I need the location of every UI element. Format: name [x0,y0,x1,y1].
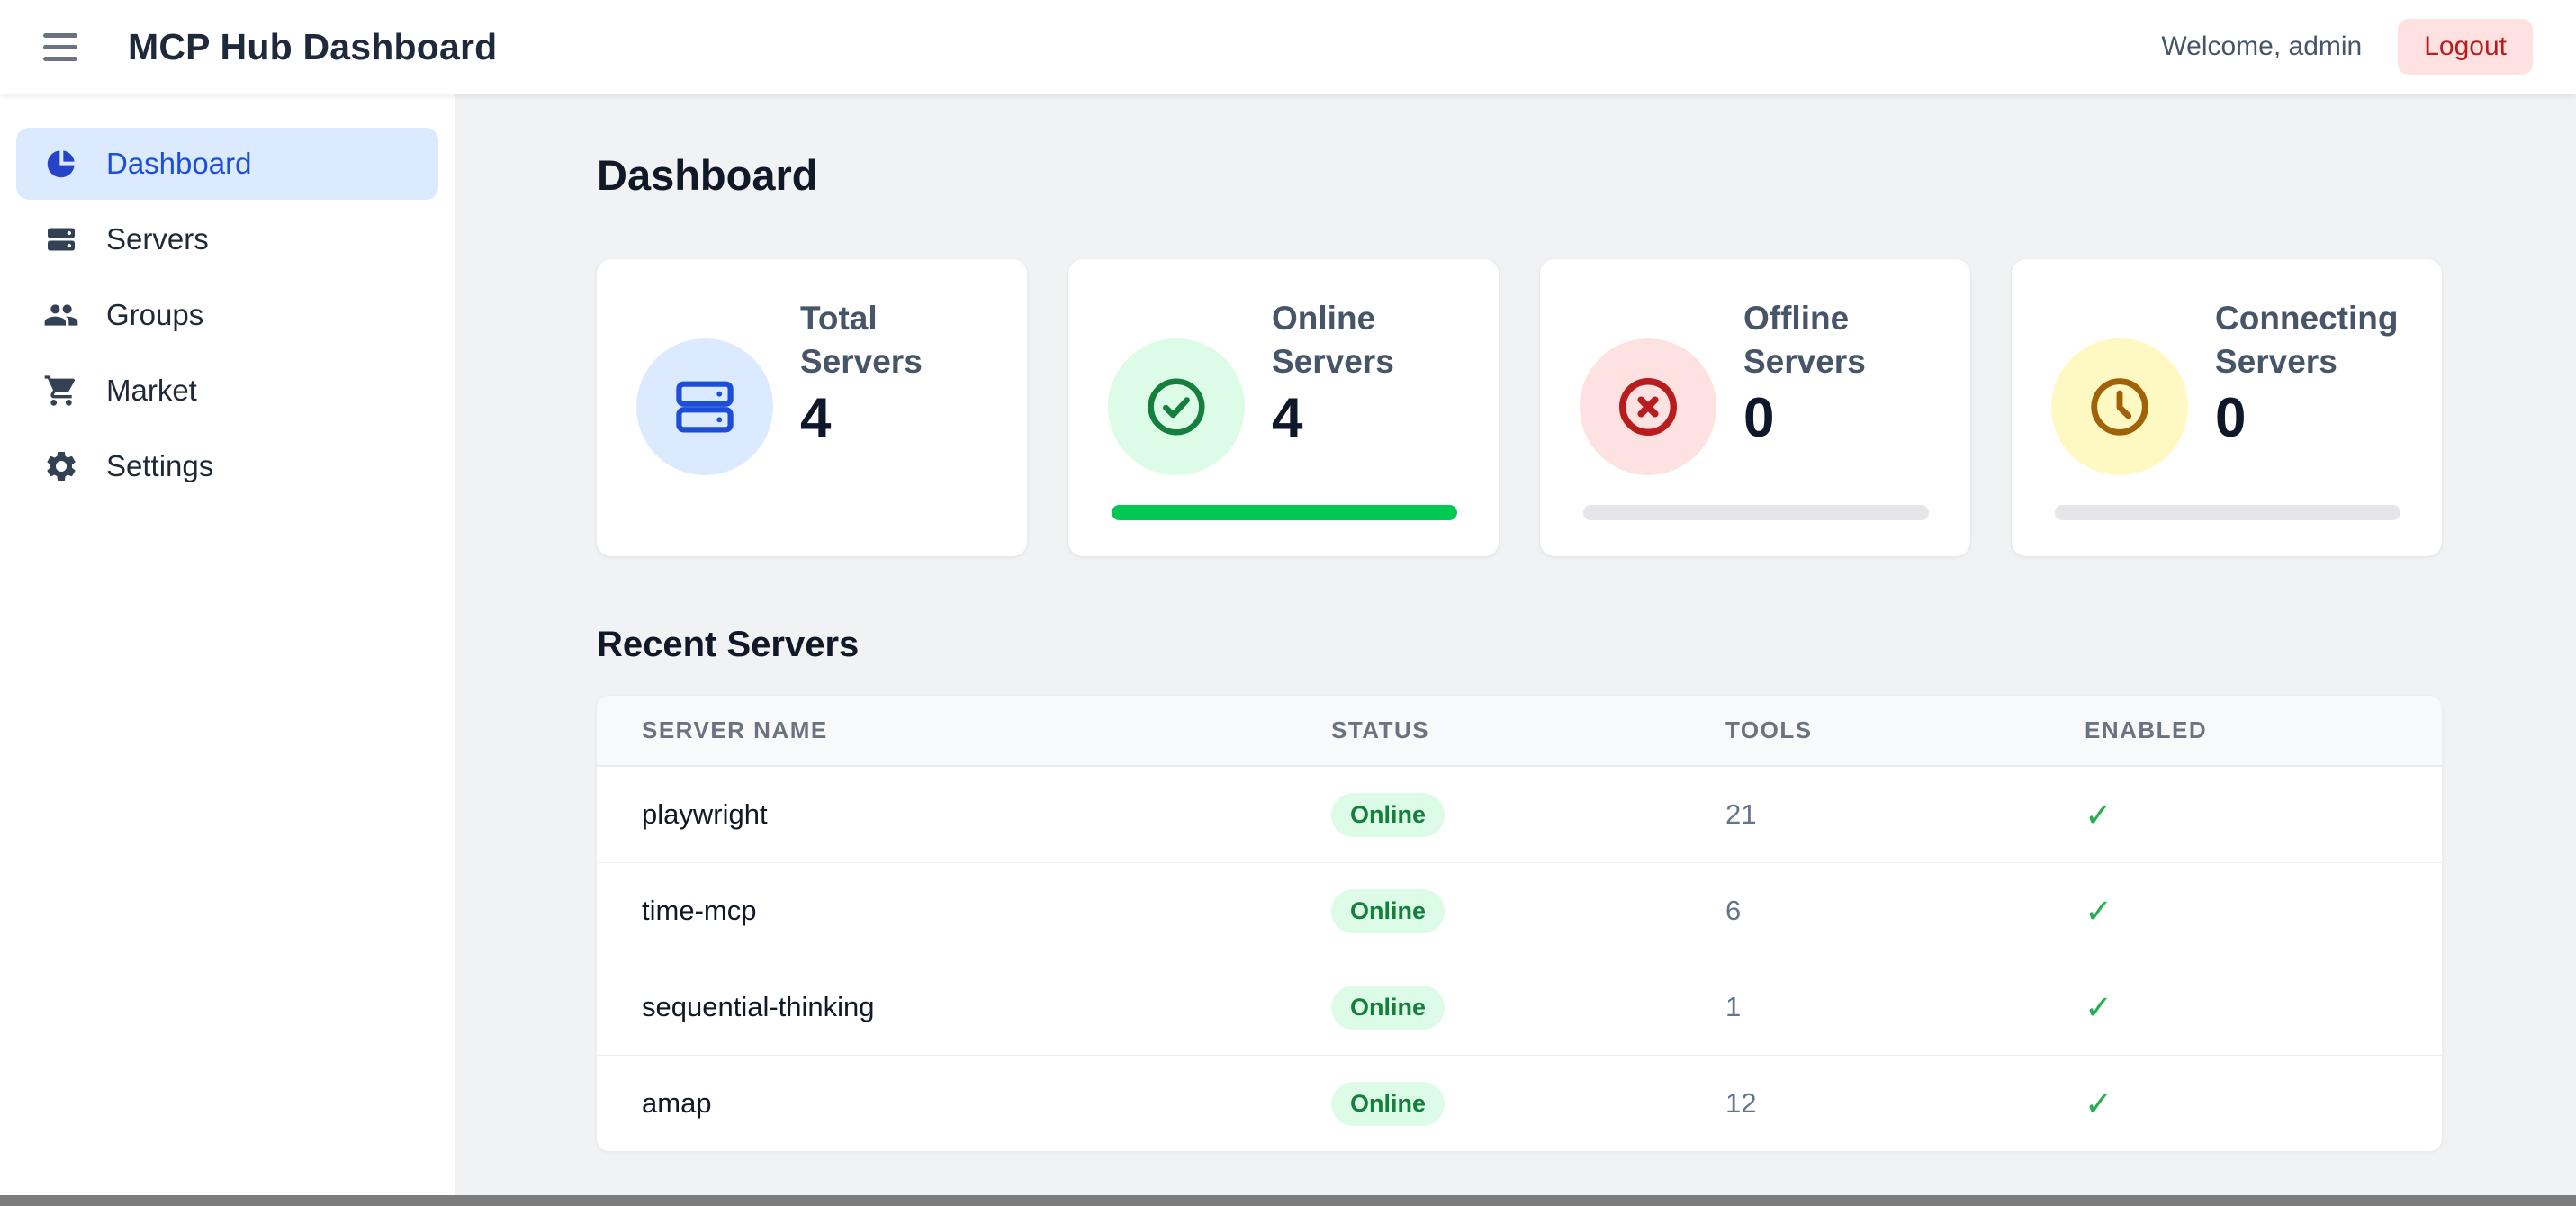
sidebar-item-label: Market [106,374,197,408]
groups-icon [43,297,79,333]
sidebar-item-label: Dashboard [106,147,251,181]
status-badge: Online [1331,793,1445,837]
column-header-tools: TOOLS [1725,716,2085,744]
column-header-server-name: SERVER NAME [642,716,1331,744]
sidebar-item-settings[interactable]: Settings [16,430,438,502]
progress-bar [2055,505,2400,520]
column-header-status: STATUS [1331,716,1725,744]
main-content: Dashboard Total Servers 4 [455,94,2576,1195]
stat-card-offline-servers: Offline Servers 0 [1540,259,1970,556]
stat-value: 4 [1272,389,1464,448]
status-badge: Online [1331,986,1445,1030]
mcp-hub-dashboard-app: MCP Hub Dashboard Welcome, admin Logout … [0,0,2576,1206]
stat-label: Online Servers [1272,297,1464,383]
stat-card-online-servers: Online Servers 4 [1068,259,1499,556]
table-row[interactable]: sequential-thinking Online 1 ✓ [597,958,2442,1055]
stat-card-total-servers: Total Servers 4 [597,259,1027,556]
server-icon [43,221,79,257]
stat-cards: Total Servers 4 Online Servers 4 [597,259,2442,556]
server-name: time-mcp [642,895,1331,927]
table-row[interactable]: playwright Online 21 ✓ [597,766,2442,862]
welcome-text: Welcome, admin [2161,32,2362,62]
progress-bar [1112,505,1457,520]
tools-count: 6 [1725,895,2085,927]
server-icon [636,338,773,475]
recent-servers-title: Recent Servers [597,625,2442,664]
table-header-row: SERVER NAME STATUS TOOLS ENABLED [597,696,2442,766]
status-badge: Online [1331,889,1445,933]
sidebar-item-label: Settings [106,449,213,483]
logout-button[interactable]: Logout [2398,19,2533,75]
clock-icon [2051,338,2188,475]
stat-card-connecting-servers: Connecting Servers 0 [2012,259,2442,556]
sidebar-item-market[interactable]: Market [16,355,438,427]
tools-count: 1 [1725,991,2085,1023]
table-row[interactable]: time-mcp Online 6 ✓ [597,862,2442,958]
sidebar-item-label: Servers [106,222,209,256]
server-name: amap [642,1087,1331,1120]
window-bottom-bar [0,1195,2576,1206]
stat-label: Connecting Servers [2215,297,2408,383]
enabled-check-icon: ✓ [2085,892,2442,931]
sidebar: Dashboard Servers Groups [0,94,455,1195]
status-badge: Online [1331,1082,1445,1126]
pie-chart-icon [43,146,79,182]
sidebar-item-dashboard[interactable]: Dashboard [16,128,438,200]
server-name: sequential-thinking [642,991,1331,1023]
stat-label: Offline Servers [1743,297,1936,383]
column-header-enabled: ENABLED [2085,716,2442,744]
top-header: MCP Hub Dashboard Welcome, admin Logout [0,0,2576,94]
tools-count: 12 [1725,1087,2085,1120]
stat-value: 4 [800,389,993,448]
stat-label: Total Servers [800,297,993,383]
stat-value: 0 [1743,389,1936,448]
table-row[interactable]: amap Online 12 ✓ [597,1055,2442,1151]
menu-icon[interactable] [43,33,77,61]
x-circle-icon [1580,338,1716,475]
sidebar-item-servers[interactable]: Servers [16,203,438,275]
cart-icon [43,373,79,409]
page-title: Dashboard [597,151,2442,200]
enabled-check-icon: ✓ [2085,796,2442,834]
gear-icon [43,448,79,484]
progress-bar [1583,505,1929,520]
server-name: playwright [642,798,1331,831]
sidebar-item-label: Groups [106,298,203,332]
check-circle-icon [1108,338,1245,475]
recent-servers-table: SERVER NAME STATUS TOOLS ENABLED playwri… [597,696,2442,1151]
enabled-check-icon: ✓ [2085,1084,2442,1123]
stat-value: 0 [2215,389,2408,448]
tools-count: 21 [1725,798,2085,831]
app-title: MCP Hub Dashboard [128,26,497,68]
enabled-check-icon: ✓ [2085,988,2442,1027]
sidebar-item-groups[interactable]: Groups [16,279,438,351]
